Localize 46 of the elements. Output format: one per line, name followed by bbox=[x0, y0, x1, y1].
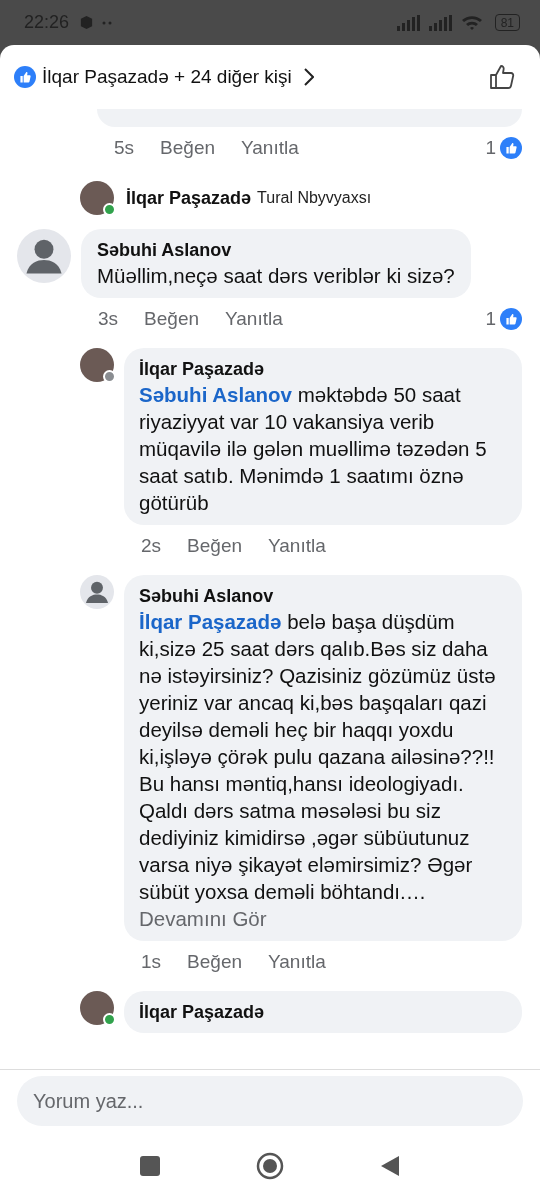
profile-photo-placeholder[interactable] bbox=[80, 181, 114, 215]
thumbs-up-icon bbox=[488, 63, 516, 91]
cube-icon bbox=[79, 15, 95, 30]
comment-text: İlqar Paşazadə belə başa düşdüm ki,sizə 25 saat dərs qalıb.Bəs siz daha nə istəyirsiniz? Qazisiniz gözümüz üstə yeriniz var ancaq ki,bəs başqaları qazi deyilsə deməli heç bir haqqı yoxdu ki,işləyə çörək pulu qazana ailəsinə??!! Bu hansı məntiq,hansı ideologiyadı. Qaldı dərs satma məsələsi bu siz dediyiniz kimidirsə ,əgər sübüutunuz varsa niyə şikayət eləmirsimiz? Əgər sübüt yoxsa deməli böhtandı.… Devamını Gör bbox=[139, 609, 497, 932]
reactors-link[interactable]: İlqar Paşazadə + 24 diğer kişi bbox=[14, 66, 314, 88]
comment-author[interactable]: Səbuhi Aslanov bbox=[97, 238, 455, 262]
reactors-text: İlqar Paşazadə + 24 diğer kişi bbox=[42, 66, 292, 88]
like-reaction-icon bbox=[500, 137, 522, 159]
comment-time: 3s bbox=[98, 308, 119, 330]
profile-photo-placeholder[interactable] bbox=[80, 348, 114, 382]
like-reaction-icon bbox=[14, 66, 36, 88]
reply-preview-text: Tural Nbyvyaxsı bbox=[257, 189, 372, 207]
comment-text: Müəllim,neçə saat dərs veriblər ki sizə? bbox=[97, 263, 455, 289]
comment-time: 5s bbox=[114, 137, 135, 159]
mention-link[interactable]: İlqar Paşazadə bbox=[139, 610, 282, 633]
like-reaction-icon bbox=[500, 308, 522, 330]
home-icon[interactable] bbox=[256, 1152, 284, 1180]
signal-icon bbox=[428, 14, 453, 31]
like-link[interactable]: Beğen bbox=[187, 951, 243, 973]
comment-text: Səbuhi Aslanov məktəbdə 50 saat riyaziyyat var 10 vakansiya verib müqavilə ilə gələn muəllimə təzədən 5 saat satıb. Mənimdə 1 saatımı öznə götürüb bbox=[139, 382, 488, 516]
comment-input-field[interactable]: Yorum yaz... bbox=[17, 1076, 523, 1126]
reaction-count: 1 bbox=[485, 137, 496, 159]
like-link[interactable]: Beğen bbox=[144, 308, 200, 330]
reply-link[interactable]: Yanıtla bbox=[241, 137, 299, 159]
mention-link[interactable]: Səbuhi Aslanov bbox=[139, 383, 293, 406]
like-link[interactable]: Beğen bbox=[187, 535, 243, 557]
profile-photo-placeholder[interactable] bbox=[80, 991, 114, 1025]
like-button[interactable] bbox=[488, 63, 516, 91]
comment-author[interactable]: Səbuhi Aslanov bbox=[139, 584, 506, 608]
comment-author[interactable]: İlqar Paşazadə bbox=[139, 1000, 506, 1024]
comment-author[interactable]: İlqar Paşazadə bbox=[139, 357, 506, 381]
reply-link[interactable]: Yanıtla bbox=[225, 308, 283, 330]
reply-author[interactable]: İlqar Paşazadə bbox=[126, 187, 252, 209]
comment-time: 2s bbox=[141, 535, 162, 557]
chevron-icon bbox=[303, 68, 314, 86]
back-icon[interactable] bbox=[380, 1155, 400, 1177]
default-avatar-icon[interactable] bbox=[17, 229, 71, 283]
see-more-link[interactable]: Devamını Gör bbox=[139, 907, 267, 930]
comment-time: 1s bbox=[141, 951, 162, 973]
wifi-icon bbox=[460, 14, 483, 31]
default-avatar-icon[interactable] bbox=[80, 575, 114, 609]
reply-link[interactable]: Yanıtla bbox=[268, 535, 326, 557]
like-link[interactable]: Beğen bbox=[160, 137, 216, 159]
signal-icon bbox=[396, 14, 421, 31]
reply-link[interactable]: Yanıtla bbox=[268, 951, 326, 973]
reaction-count: 1 bbox=[485, 308, 496, 330]
